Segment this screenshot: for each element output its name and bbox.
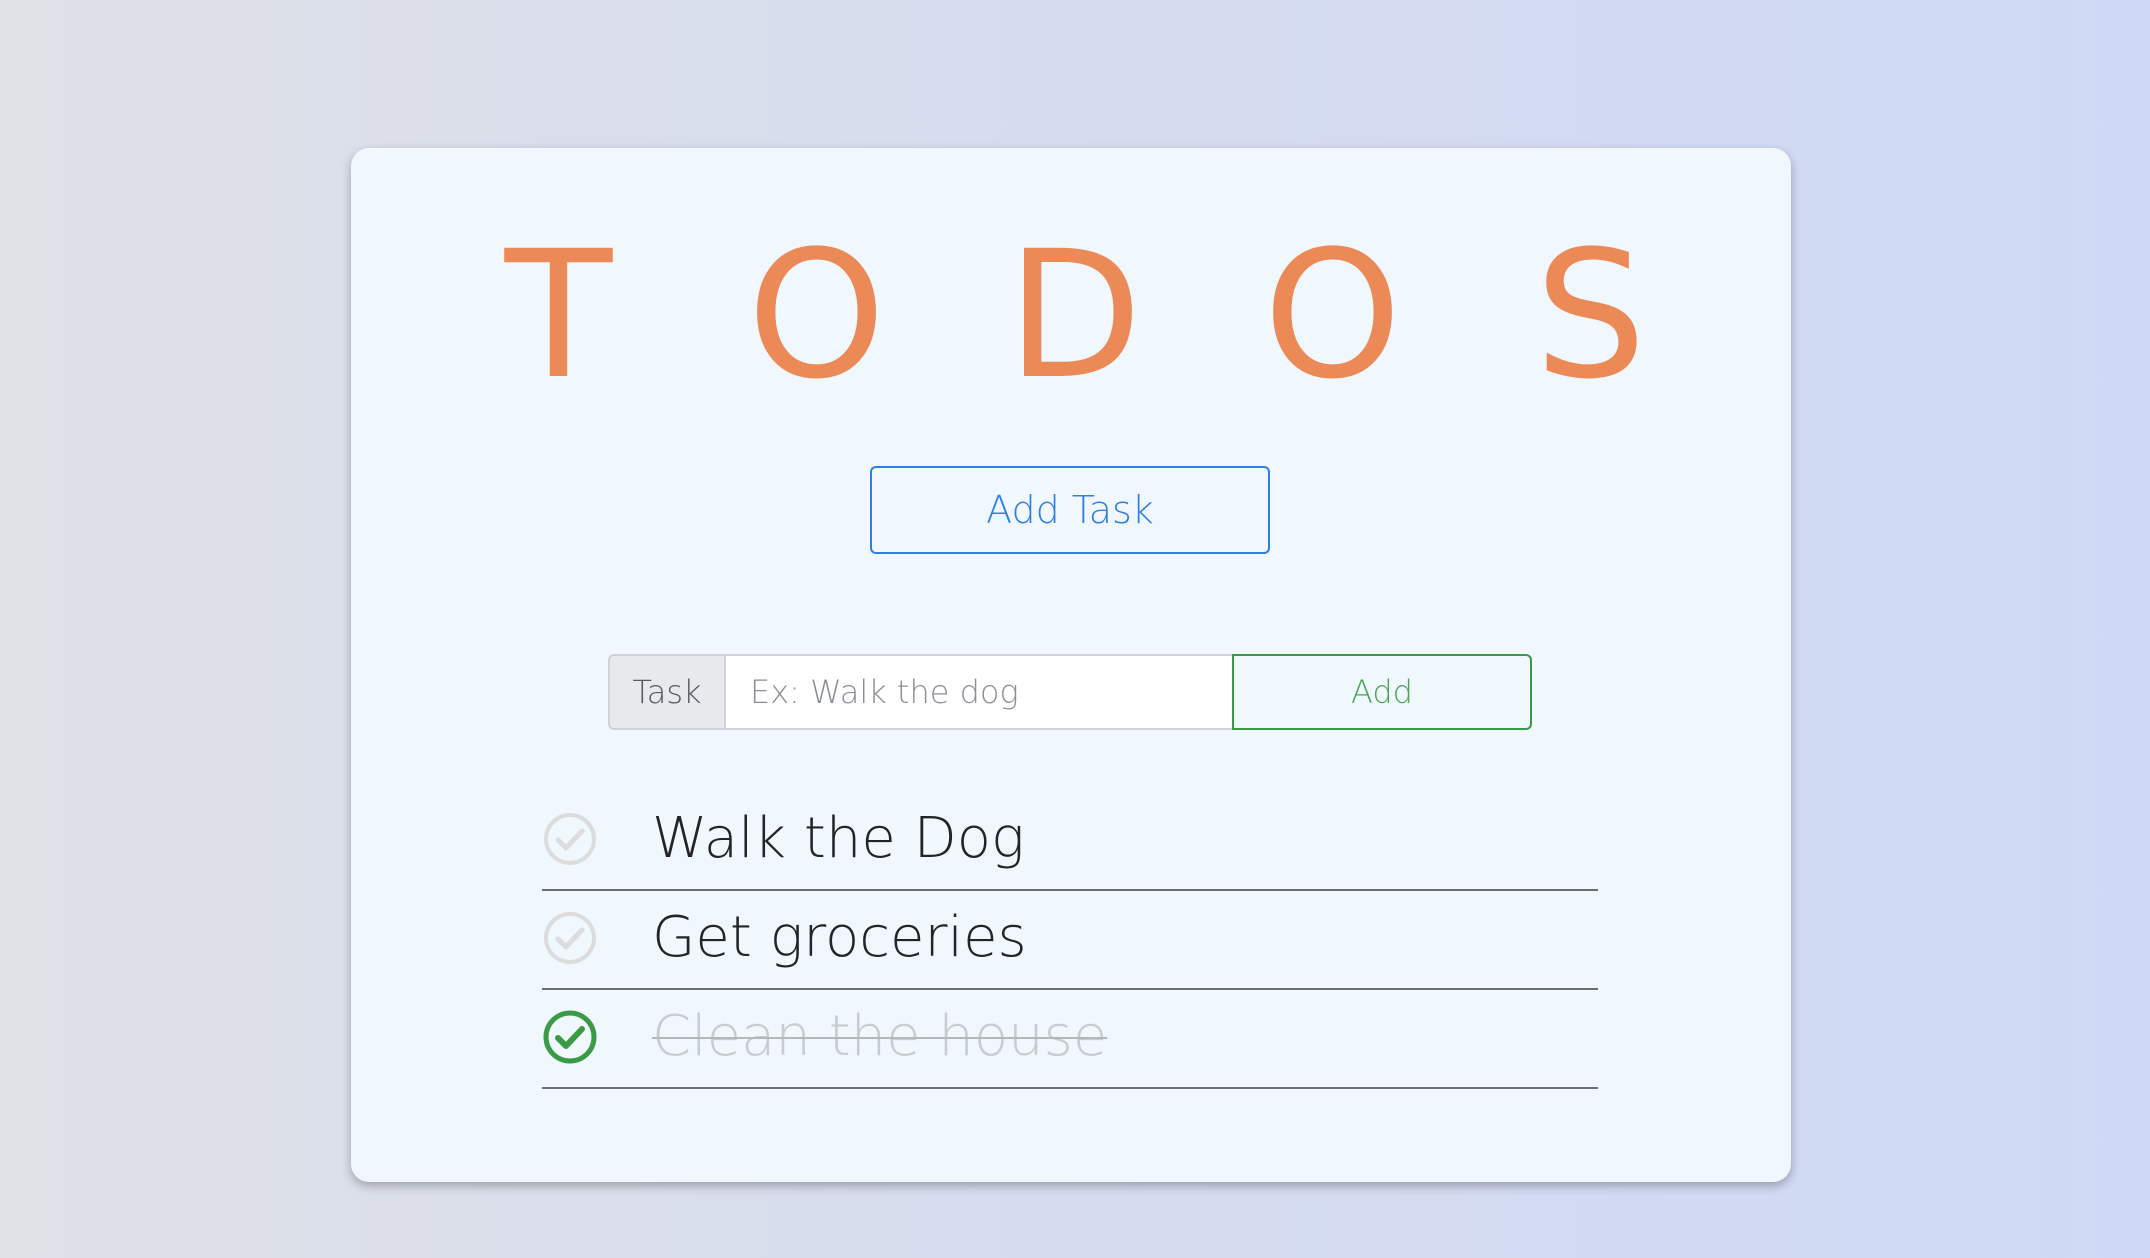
check-circle-outline-icon[interactable] [542,811,598,867]
add-button[interactable]: Add [1232,654,1532,730]
todo-item-completed: Clean the house [542,990,1598,1089]
task-input[interactable] [724,654,1232,730]
check-circle-icon[interactable] [542,1009,598,1065]
todo-text: Get groceries [652,905,1027,970]
check-circle-outline-icon[interactable] [542,910,598,966]
todo-item: Get groceries [542,891,1598,990]
title-letter: T [504,213,614,418]
title-letter: D [1006,213,1144,418]
add-task-button[interactable]: Add Task [870,466,1270,554]
title-letter: O [747,213,887,418]
todo-item: Walk the Dog [542,792,1598,891]
todo-text: Walk the Dog [652,806,1025,871]
title-letter: S [1534,213,1648,418]
task-form: Task Add [608,654,1532,730]
todo-text: Clean the house [652,1004,1108,1069]
todo-list: Walk the Dog Get groceries Clean the hou… [542,792,1598,1089]
task-input-label: Task [608,654,724,730]
title-letter: O [1263,213,1403,418]
page-title: TODOS [0,228,2150,404]
